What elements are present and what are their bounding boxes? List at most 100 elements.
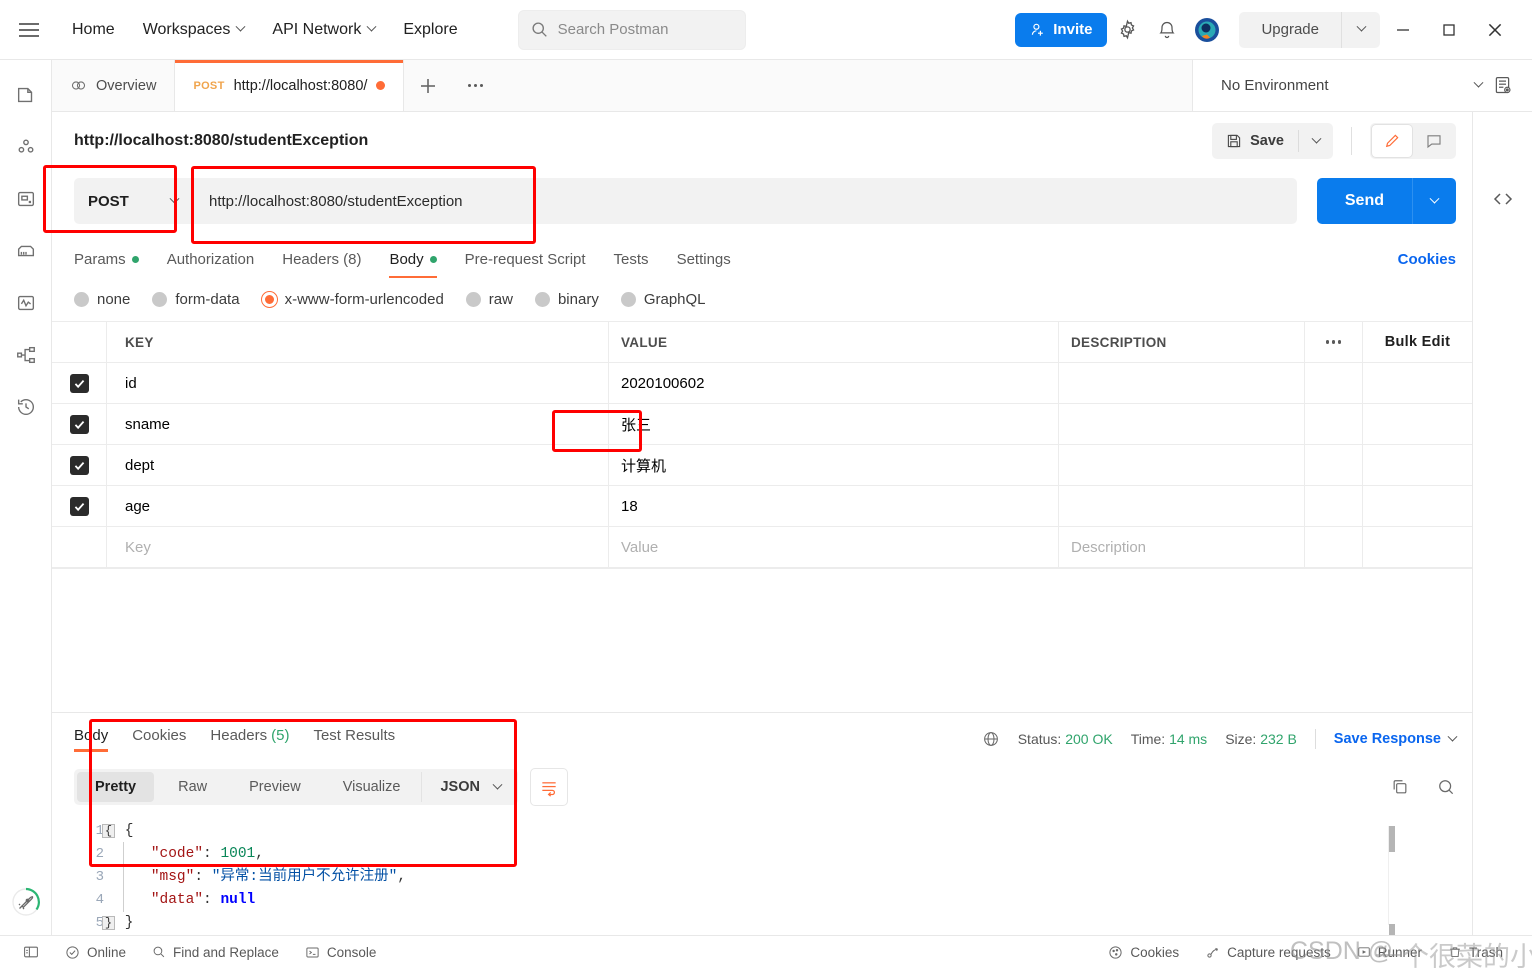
sidebar-item-monitors[interactable] xyxy=(13,290,39,316)
response-body-viewer[interactable]: 1 2 3 4 5 { { "code": 1001, "msg": "异常:当… xyxy=(52,812,1472,950)
table-row[interactable]: id 2020100602 xyxy=(52,363,1472,404)
upgrade-button[interactable]: Upgrade xyxy=(1239,11,1380,48)
tab-authorization[interactable]: Authorization xyxy=(153,251,269,278)
row-value-input[interactable]: 计算机 xyxy=(609,445,1059,485)
bell-icon[interactable] xyxy=(1147,10,1187,50)
sidebar-item-environments[interactable] xyxy=(13,186,39,212)
fold-toggle-icon[interactable]: } xyxy=(102,916,115,930)
comment-icon[interactable] xyxy=(1414,125,1454,157)
table-options-button[interactable] xyxy=(1304,322,1362,362)
sidebar-item-mock-servers[interactable] xyxy=(13,238,39,264)
sidebar-toggle-icon[interactable] xyxy=(10,944,52,960)
body-type-binary[interactable]: binary xyxy=(534,291,599,308)
avatar-icon[interactable] xyxy=(1187,10,1227,50)
wrap-lines-icon[interactable] xyxy=(529,768,568,806)
response-tab-test-results[interactable]: Test Results xyxy=(301,727,407,752)
row-key-input[interactable]: sname xyxy=(107,404,609,444)
console-button[interactable]: Console xyxy=(292,945,390,960)
row-checkbox[interactable] xyxy=(69,373,89,393)
sidebar-item-collections[interactable] xyxy=(13,82,39,108)
copy-icon[interactable] xyxy=(1390,777,1410,797)
row-description-input[interactable] xyxy=(1059,404,1304,444)
scrollbar-thumb[interactable] xyxy=(1389,826,1395,852)
row-checkbox[interactable] xyxy=(69,455,89,475)
view-mode-pretty[interactable]: Pretty xyxy=(77,772,155,802)
body-type-form-data[interactable]: form-data xyxy=(152,291,240,308)
sidebar-item-apis[interactable] xyxy=(13,134,39,160)
row-key-input[interactable]: id xyxy=(107,363,609,403)
save-button[interactable]: Save xyxy=(1212,133,1298,149)
response-tab-cookies[interactable]: Cookies xyxy=(120,727,198,752)
online-status[interactable]: Online xyxy=(52,945,139,960)
save-response-button[interactable]: Save Response xyxy=(1334,731,1458,747)
rocket-launch-button[interactable] xyxy=(11,887,41,917)
tab-request-active[interactable]: POST http://localhost:8080/ xyxy=(175,60,405,111)
empty-row-value-input[interactable]: Value xyxy=(609,527,1059,567)
response-format-selector[interactable]: JSON xyxy=(421,772,515,802)
cookies-link[interactable]: Cookies xyxy=(1398,251,1456,278)
environment-selector[interactable]: No Environment xyxy=(1192,60,1532,111)
search-input[interactable]: Search Postman xyxy=(517,9,746,50)
upgrade-dropdown[interactable] xyxy=(1342,21,1380,33)
window-maximize-button[interactable] xyxy=(1426,7,1472,53)
search-icon[interactable] xyxy=(1436,777,1456,797)
nav-workspaces[interactable]: Workspaces xyxy=(129,0,259,60)
window-minimize-button[interactable] xyxy=(1380,7,1426,53)
tab-overview[interactable]: Overview xyxy=(52,60,176,111)
body-type-urlencoded[interactable]: x-www-form-urlencoded xyxy=(261,291,444,308)
environment-quick-look-icon[interactable] xyxy=(1482,75,1522,96)
pencil-icon[interactable] xyxy=(1372,125,1412,157)
trash-button[interactable]: Trash xyxy=(1435,945,1516,960)
table-empty-row[interactable]: Key Value Description xyxy=(52,527,1472,568)
save-dropdown-button[interactable] xyxy=(1299,133,1333,145)
send-options-button[interactable] xyxy=(1412,178,1456,224)
sidebar-item-flows[interactable] xyxy=(13,342,39,368)
sidebar-item-history[interactable] xyxy=(13,394,39,420)
tab-tests[interactable]: Tests xyxy=(600,251,663,278)
view-mode-raw[interactable]: Raw xyxy=(160,772,225,802)
body-type-graphql[interactable]: GraphQL xyxy=(620,291,706,308)
invite-button[interactable]: Invite xyxy=(1015,12,1108,47)
table-row[interactable]: age 18 xyxy=(52,486,1472,527)
row-description-input[interactable] xyxy=(1059,445,1304,485)
row-description-input[interactable] xyxy=(1059,486,1304,526)
view-mode-preview[interactable]: Preview xyxy=(231,772,319,802)
row-checkbox[interactable] xyxy=(69,496,89,516)
tab-pre-request-script[interactable]: Pre-request Script xyxy=(451,251,600,278)
hamburger-icon[interactable] xyxy=(0,0,58,60)
nav-api-network[interactable]: API Network xyxy=(258,0,389,60)
row-key-input[interactable]: age xyxy=(107,486,609,526)
row-checkbox[interactable] xyxy=(69,414,89,434)
empty-row-description-input[interactable]: Description xyxy=(1059,527,1304,567)
send-button[interactable]: Send xyxy=(1316,178,1412,224)
table-row[interactable]: dept 计算机 xyxy=(52,445,1472,486)
row-description-input[interactable] xyxy=(1059,363,1304,403)
gear-icon[interactable] xyxy=(1107,10,1147,50)
empty-row-key-input[interactable]: Key xyxy=(107,527,609,567)
tab-params[interactable]: Params xyxy=(74,251,153,278)
tab-more-button[interactable] xyxy=(452,60,498,111)
body-type-raw[interactable]: raw xyxy=(465,291,513,308)
row-value-input[interactable]: 2020100602 xyxy=(609,363,1059,403)
network-icon[interactable] xyxy=(982,730,1000,748)
body-type-none[interactable]: none xyxy=(74,291,130,308)
tab-headers[interactable]: Headers (8) xyxy=(268,251,375,278)
cookies-button[interactable]: Cookies xyxy=(1095,945,1192,960)
response-tab-headers[interactable]: Headers (5) xyxy=(198,727,301,752)
nav-explore[interactable]: Explore xyxy=(389,0,471,60)
new-tab-button[interactable] xyxy=(404,60,452,111)
capture-requests-button[interactable]: Capture requests xyxy=(1192,945,1344,960)
fold-toggle-icon[interactable]: { xyxy=(102,824,115,838)
runner-button[interactable]: Runner xyxy=(1344,945,1435,960)
view-mode-visualize[interactable]: Visualize xyxy=(325,772,419,802)
response-scrollbar[interactable] xyxy=(1388,826,1395,950)
code-snippet-icon[interactable] xyxy=(1490,186,1516,212)
row-value-input[interactable]: 18 xyxy=(609,486,1059,526)
tab-settings[interactable]: Settings xyxy=(663,251,745,278)
method-selector[interactable]: POST xyxy=(74,178,192,224)
row-key-input[interactable]: dept xyxy=(107,445,609,485)
row-value-input[interactable]: 张三 xyxy=(609,404,1059,444)
table-row[interactable]: sname 张三 xyxy=(52,404,1472,445)
url-input[interactable]: http://localhost:8080/studentException xyxy=(192,178,1297,224)
find-and-replace-button[interactable]: Find and Replace xyxy=(139,945,292,960)
